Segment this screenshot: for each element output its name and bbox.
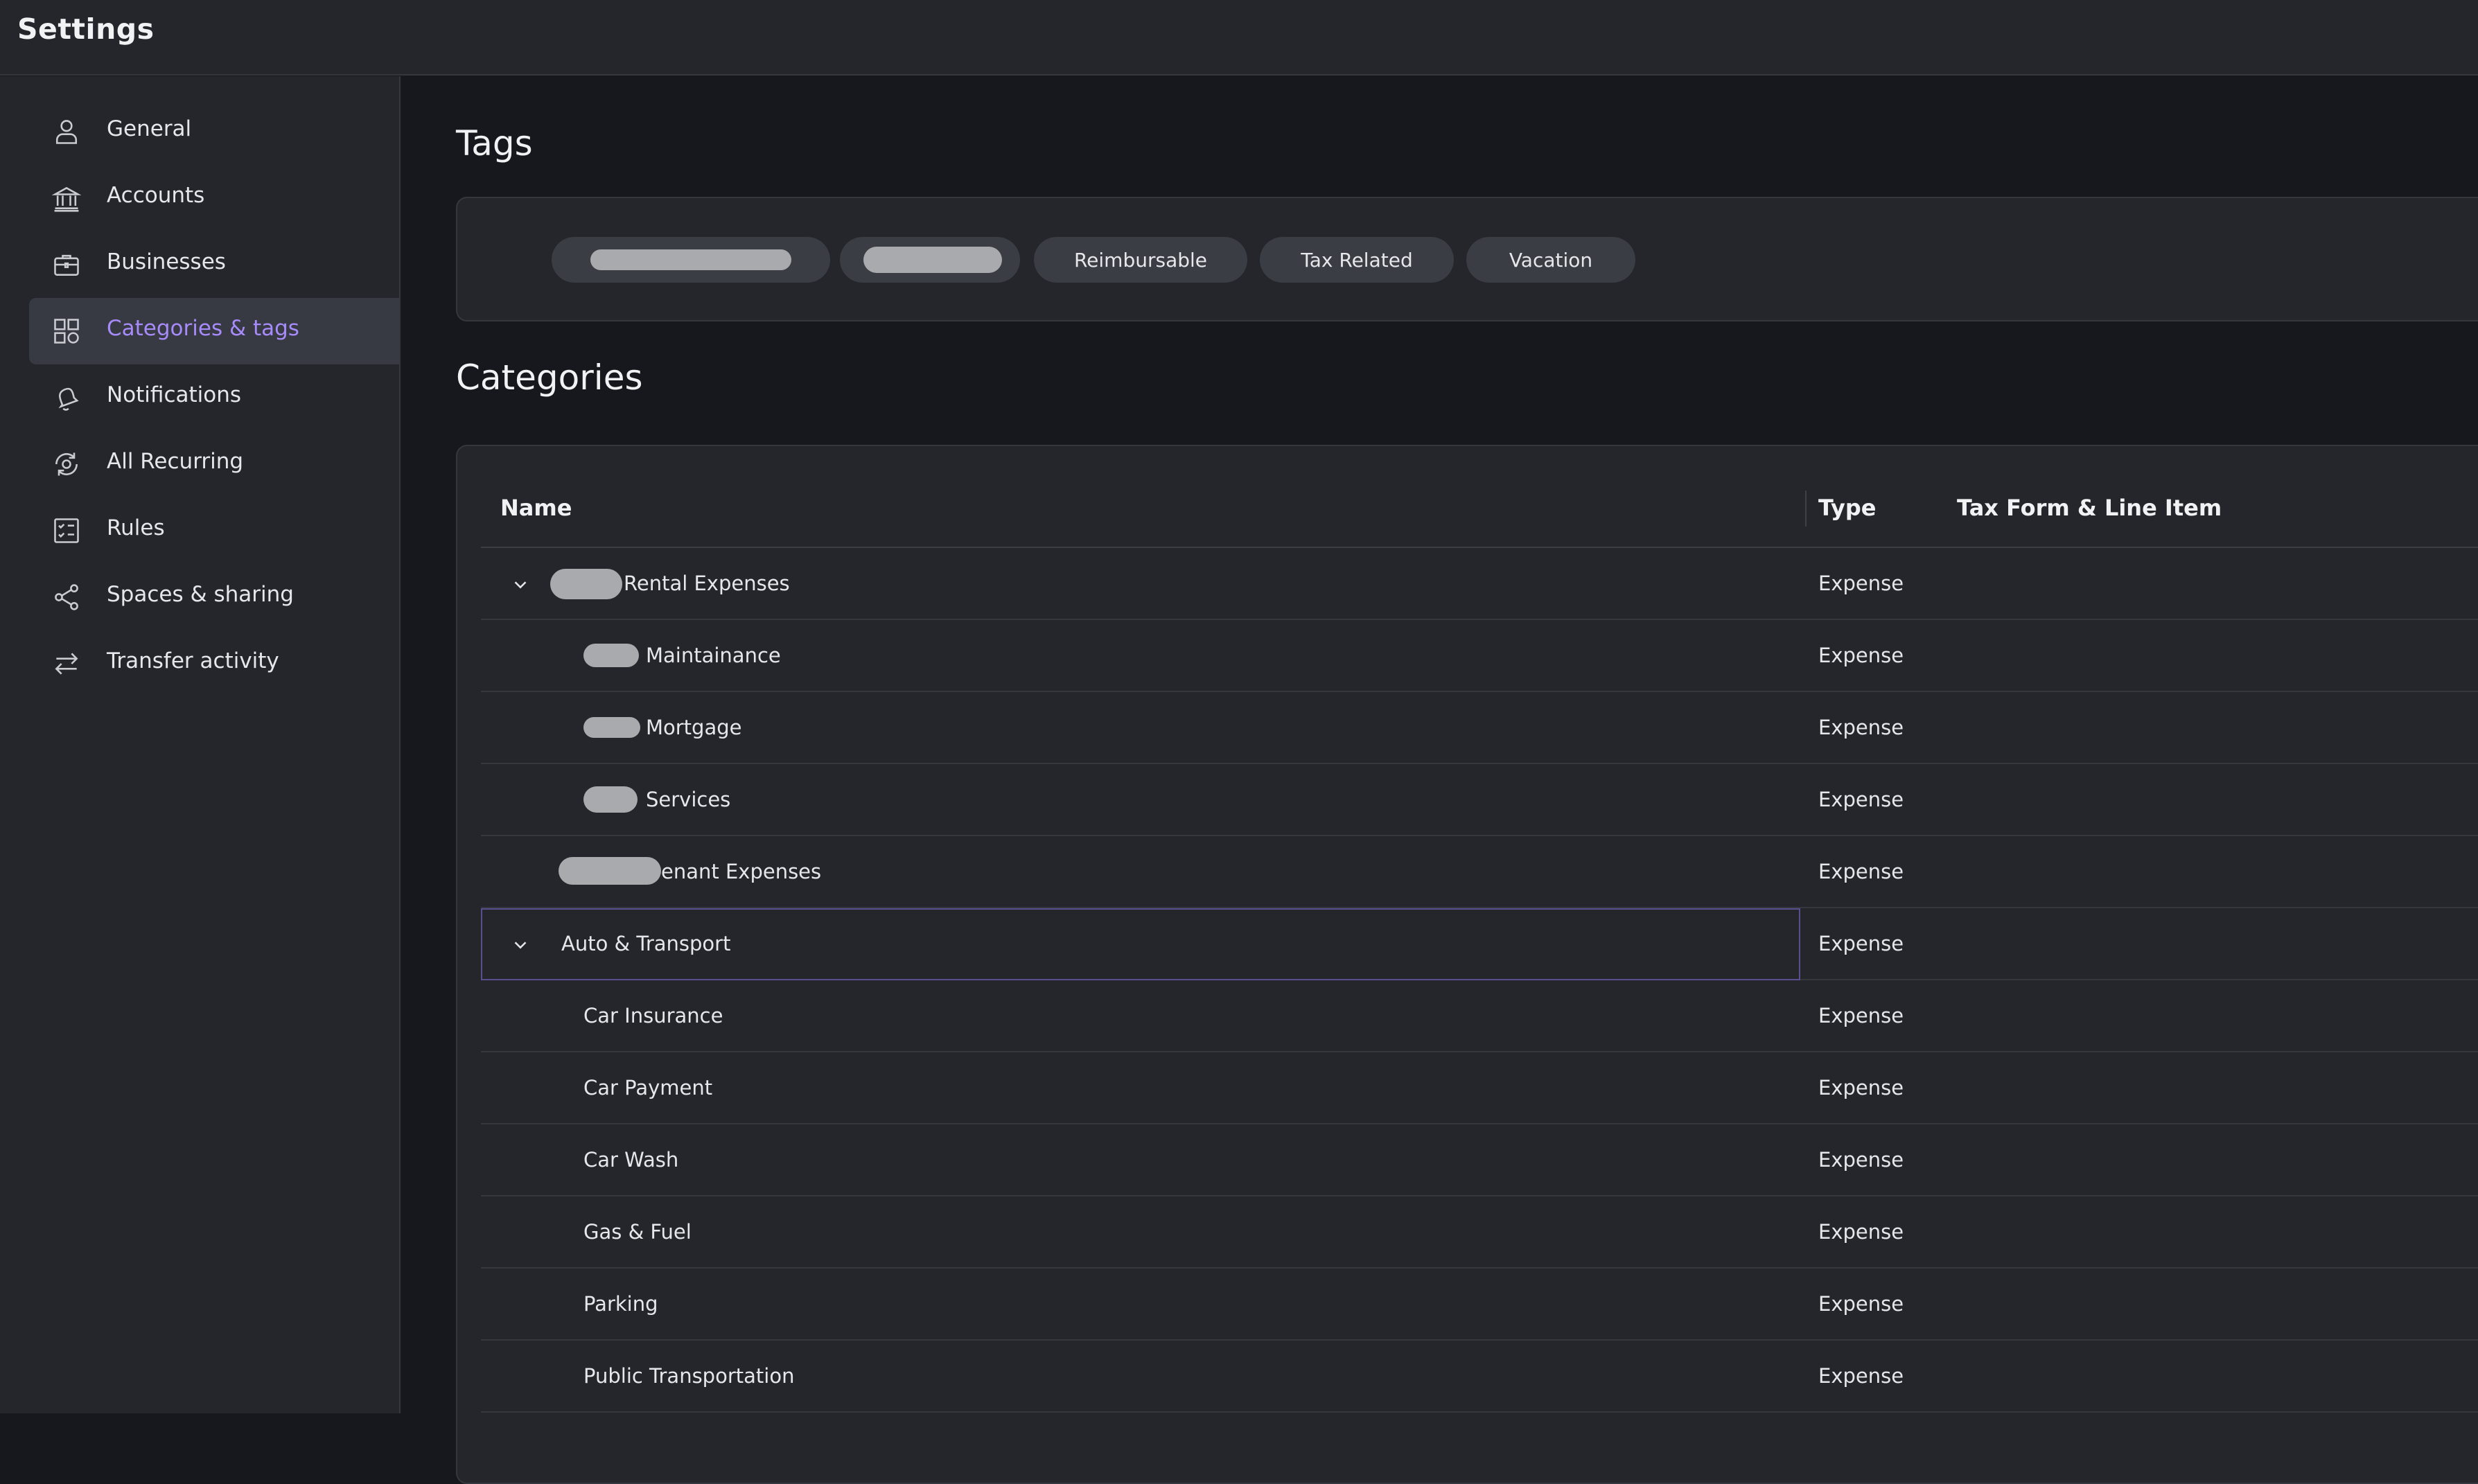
category-name: Car Insurance	[583, 1004, 723, 1027]
sidebar-item-transfer-activity[interactable]: Transfer activity	[29, 630, 399, 697]
redaction-mark	[559, 857, 661, 885]
category-type: Expense	[1818, 644, 1904, 667]
tag-pill[interactable]: Tax Related	[1260, 237, 1454, 283]
redaction-mark	[583, 644, 639, 667]
sidebar-item-general[interactable]: General	[29, 98, 399, 165]
table-row[interactable]: Car Payment Expense	[481, 1052, 2478, 1124]
category-name: Services	[646, 788, 731, 811]
sidebar-item-label: Notifications	[107, 382, 242, 407]
category-name: Car Wash	[583, 1148, 679, 1172]
sidebar-item-label: Rules	[107, 515, 165, 540]
sidebar-item-label: Spaces & sharing	[107, 582, 294, 607]
sidebar: General Accounts Businesses Categories &…	[0, 76, 401, 1413]
tag-pill-redacted[interactable]	[552, 237, 830, 283]
tag-pill-redacted[interactable]	[840, 237, 1020, 283]
category-type: Expense	[1818, 1292, 1904, 1316]
sidebar-item-categories-tags[interactable]: Categories & tags	[29, 298, 399, 364]
category-type: Expense	[1818, 1076, 1904, 1099]
category-name: Auto & Transport	[561, 932, 731, 955]
categories-table: Name Type Tax Form & Line Item Rental Ex…	[456, 445, 2478, 1484]
chevron-down-icon[interactable]	[510, 935, 531, 955]
category-type: Expense	[1818, 788, 1904, 811]
column-header-tax-form[interactable]: Tax Form & Line Item	[1957, 495, 2222, 521]
sidebar-item-notifications[interactable]: Notifications	[29, 364, 399, 431]
sidebar-item-label: Categories & tags	[107, 316, 299, 341]
category-name: Car Payment	[583, 1076, 713, 1099]
category-name: Rental Expenses	[624, 572, 790, 595]
category-name: Mortgage	[646, 716, 742, 739]
chevron-down-icon[interactable]	[510, 574, 531, 595]
recurring-icon	[51, 449, 82, 479]
column-divider[interactable]	[1805, 491, 1807, 527]
tag-pill[interactable]: Vacation	[1466, 237, 1635, 283]
user-icon	[51, 116, 82, 147]
category-type: Expense	[1818, 1364, 1904, 1388]
table-row[interactable]: Maintainance Expense	[481, 620, 2478, 692]
redaction-mark	[550, 569, 622, 599]
grid-icon	[51, 316, 82, 346]
table-row[interactable]: Gas & Fuel Expense	[481, 1196, 2478, 1269]
table-row-selected[interactable]: Auto & Transport Expense	[481, 908, 2478, 980]
categories-heading: Categories	[456, 357, 643, 398]
sidebar-item-label: Businesses	[107, 249, 226, 274]
transfer-icon	[51, 648, 82, 679]
column-header-type[interactable]: Type	[1818, 495, 1877, 521]
category-type: Expense	[1818, 716, 1904, 739]
table-row[interactable]: Public Transportation Expense	[481, 1341, 2478, 1413]
table-row[interactable]: Mortgage Expense	[481, 692, 2478, 764]
main-content: Tags Reimbursable Tax Related Vacation C…	[402, 76, 2478, 1484]
sidebar-item-label: Transfer activity	[107, 648, 279, 673]
category-name: Maintainance	[646, 644, 781, 667]
table-row[interactable]: Services Expense	[481, 764, 2478, 836]
category-name: Parking	[583, 1292, 658, 1316]
table-row[interactable]: Rental Expenses Expense	[481, 548, 2478, 620]
briefcase-icon	[51, 249, 82, 280]
sidebar-item-spaces-sharing[interactable]: Spaces & sharing	[29, 564, 399, 630]
table-row[interactable]: Car Insurance Expense	[481, 980, 2478, 1052]
category-type: Expense	[1818, 860, 1904, 883]
category-name: Public Transportation	[583, 1364, 795, 1388]
category-name: Gas & Fuel	[583, 1220, 692, 1244]
page-title: Settings	[17, 12, 155, 46]
category-type: Expense	[1818, 572, 1904, 595]
top-bar: Settings	[0, 0, 2478, 76]
category-type: Expense	[1818, 1004, 1904, 1027]
tags-panel: Reimbursable Tax Related Vacation	[456, 197, 2478, 321]
sidebar-item-businesses[interactable]: Businesses	[29, 231, 399, 298]
tags-heading: Tags	[456, 123, 533, 164]
sidebar-item-rules[interactable]: Rules	[29, 497, 399, 564]
category-name: enant Expenses	[661, 860, 822, 883]
redaction-mark	[583, 786, 638, 813]
sidebar-item-all-recurring[interactable]: All Recurring	[29, 431, 399, 497]
sidebar-item-label: Accounts	[107, 183, 205, 208]
redaction-mark	[583, 717, 640, 738]
redaction-mark	[590, 249, 791, 270]
category-type: Expense	[1818, 1148, 1904, 1172]
table-row[interactable]: Parking Expense	[481, 1269, 2478, 1341]
tag-pill[interactable]: Reimbursable	[1034, 237, 1247, 283]
table-row[interactable]: Car Wash Expense	[481, 1124, 2478, 1196]
table-row[interactable]: enant Expenses Expense	[481, 836, 2478, 908]
sidebar-item-accounts[interactable]: Accounts	[29, 165, 399, 231]
checklist-icon	[51, 515, 82, 546]
bank-icon	[51, 183, 82, 213]
share-icon	[51, 582, 82, 612]
column-header-name[interactable]: Name	[500, 495, 572, 521]
category-type: Expense	[1818, 932, 1904, 955]
bell-icon	[51, 382, 82, 413]
sidebar-item-label: All Recurring	[107, 449, 244, 474]
category-type: Expense	[1818, 1220, 1904, 1244]
sidebar-item-label: General	[107, 116, 192, 141]
redaction-mark	[863, 247, 1002, 273]
